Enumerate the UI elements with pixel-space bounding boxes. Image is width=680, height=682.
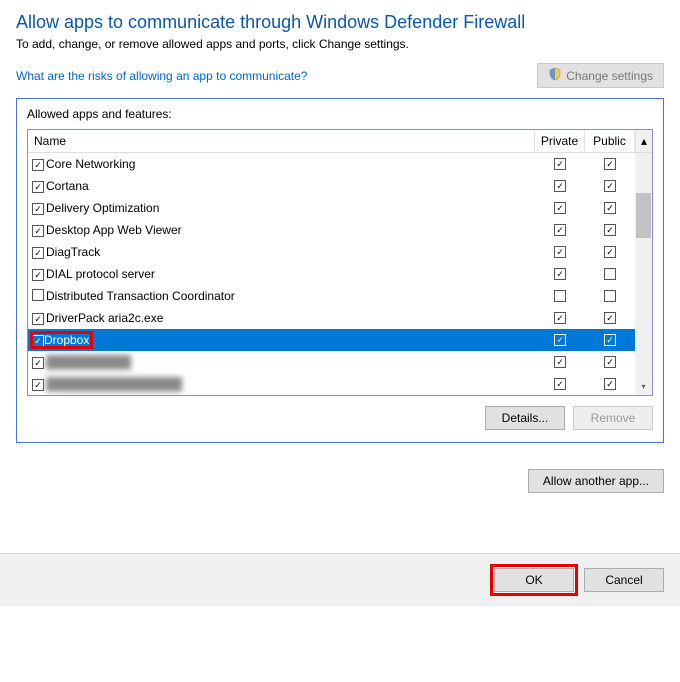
scroll-up-button[interactable]: ▴ [635, 130, 652, 152]
chevron-up-icon: ▴ [641, 134, 647, 148]
allow-another-app-button[interactable]: Allow another app... [528, 469, 664, 493]
column-private[interactable]: Private [535, 130, 585, 152]
private-checkbox[interactable]: ✓ [554, 312, 566, 324]
table-row[interactable]: ✓Core Networking✓✓ [28, 153, 635, 175]
private-checkbox[interactable]: ✓ [554, 378, 566, 390]
app-name-label: ██████████ [46, 355, 131, 369]
table-row[interactable]: ✓DiagTrack✓✓ [28, 241, 635, 263]
change-settings-label: Change settings [566, 69, 653, 83]
scroll-track[interactable] [635, 153, 652, 378]
group-label: Allowed apps and features: [27, 107, 653, 121]
page-title: Allow apps to communicate through Window… [16, 12, 664, 33]
public-checkbox[interactable]: ✓ [604, 180, 616, 192]
public-checkbox[interactable]: ✓ [604, 158, 616, 170]
public-checkbox[interactable]: ✓ [604, 246, 616, 258]
public-checkbox[interactable]: ✓ [604, 224, 616, 236]
app-name-label: Delivery Optimization [46, 201, 159, 215]
dialog-footer: OK Cancel [0, 553, 680, 606]
table-row[interactable]: ✓DIAL protocol server✓ [28, 263, 635, 285]
table-row[interactable]: ✓████████████████✓✓ [28, 373, 635, 395]
enable-checkbox[interactable]: ✓ [32, 247, 44, 259]
public-checkbox[interactable] [604, 290, 616, 302]
public-checkbox[interactable]: ✓ [604, 356, 616, 368]
private-checkbox[interactable]: ✓ [554, 246, 566, 258]
table-row[interactable]: ✓Desktop App Web Viewer✓✓ [28, 219, 635, 241]
public-checkbox[interactable]: ✓ [604, 202, 616, 214]
app-name-label: DiagTrack [46, 245, 100, 259]
public-checkbox[interactable]: ✓ [604, 378, 616, 390]
public-checkbox[interactable] [604, 268, 616, 280]
list-header: Name Private Public ▴ [28, 130, 652, 153]
app-name-label: ████████████████ [46, 377, 182, 391]
enable-checkbox[interactable]: ✓ [32, 181, 44, 193]
scroll-down-button[interactable]: ▾ [635, 378, 652, 395]
enable-checkbox[interactable]: ✓ [32, 225, 44, 237]
private-checkbox[interactable]: ✓ [554, 268, 566, 280]
table-row[interactable]: ✓Dropbox✓✓ [28, 329, 635, 351]
chevron-down-icon: ▾ [641, 382, 645, 391]
table-row[interactable]: Distributed Transaction Coordinator [28, 285, 635, 307]
private-checkbox[interactable]: ✓ [554, 356, 566, 368]
app-name-label: Cortana [46, 179, 89, 193]
allowed-apps-groupbox: Allowed apps and features: Name Private … [16, 98, 664, 443]
enable-checkbox[interactable]: ✓ [32, 335, 44, 347]
app-name-label: Desktop App Web Viewer [46, 223, 182, 237]
shield-icon [548, 67, 562, 84]
private-checkbox[interactable]: ✓ [554, 334, 566, 346]
table-row[interactable]: ✓Cortana✓✓ [28, 175, 635, 197]
scroll-thumb[interactable] [636, 193, 651, 238]
enable-checkbox[interactable]: ✓ [32, 159, 44, 171]
enable-checkbox[interactable]: ✓ [32, 379, 44, 391]
app-name-label: Core Networking [46, 157, 135, 171]
column-name[interactable]: Name [28, 130, 535, 152]
app-name-label: Distributed Transaction Coordinator [46, 289, 235, 303]
remove-button: Remove [573, 406, 653, 430]
change-settings-button[interactable]: Change settings [537, 63, 664, 88]
private-checkbox[interactable] [554, 290, 566, 302]
table-row[interactable]: ✓DriverPack aria2c.exe✓✓ [28, 307, 635, 329]
private-checkbox[interactable]: ✓ [554, 180, 566, 192]
apps-list: Name Private Public ▴ ✓Core Networking✓✓… [27, 129, 653, 396]
cancel-button[interactable]: Cancel [584, 568, 664, 592]
private-checkbox[interactable]: ✓ [554, 158, 566, 170]
list-scrollbar[interactable]: ▾ [635, 153, 652, 395]
app-name-label: DIAL protocol server [46, 267, 155, 281]
enable-checkbox[interactable]: ✓ [32, 313, 44, 325]
public-checkbox[interactable]: ✓ [604, 312, 616, 324]
enable-checkbox[interactable]: ✓ [32, 269, 44, 281]
app-name-label: Dropbox [44, 333, 89, 347]
public-checkbox[interactable]: ✓ [604, 334, 616, 346]
table-row[interactable]: ✓Delivery Optimization✓✓ [28, 197, 635, 219]
table-row[interactable]: ✓██████████✓✓ [28, 351, 635, 373]
private-checkbox[interactable]: ✓ [554, 202, 566, 214]
details-button[interactable]: Details... [485, 406, 565, 430]
page-subtitle: To add, change, or remove allowed apps a… [16, 37, 664, 51]
private-checkbox[interactable]: ✓ [554, 224, 566, 236]
risks-link[interactable]: What are the risks of allowing an app to… [16, 69, 307, 83]
app-name-label: DriverPack aria2c.exe [46, 311, 163, 325]
enable-checkbox[interactable]: ✓ [32, 357, 44, 369]
column-public[interactable]: Public [585, 130, 635, 152]
ok-button[interactable]: OK [494, 568, 574, 592]
enable-checkbox[interactable]: ✓ [32, 203, 44, 215]
enable-checkbox[interactable] [32, 289, 44, 301]
